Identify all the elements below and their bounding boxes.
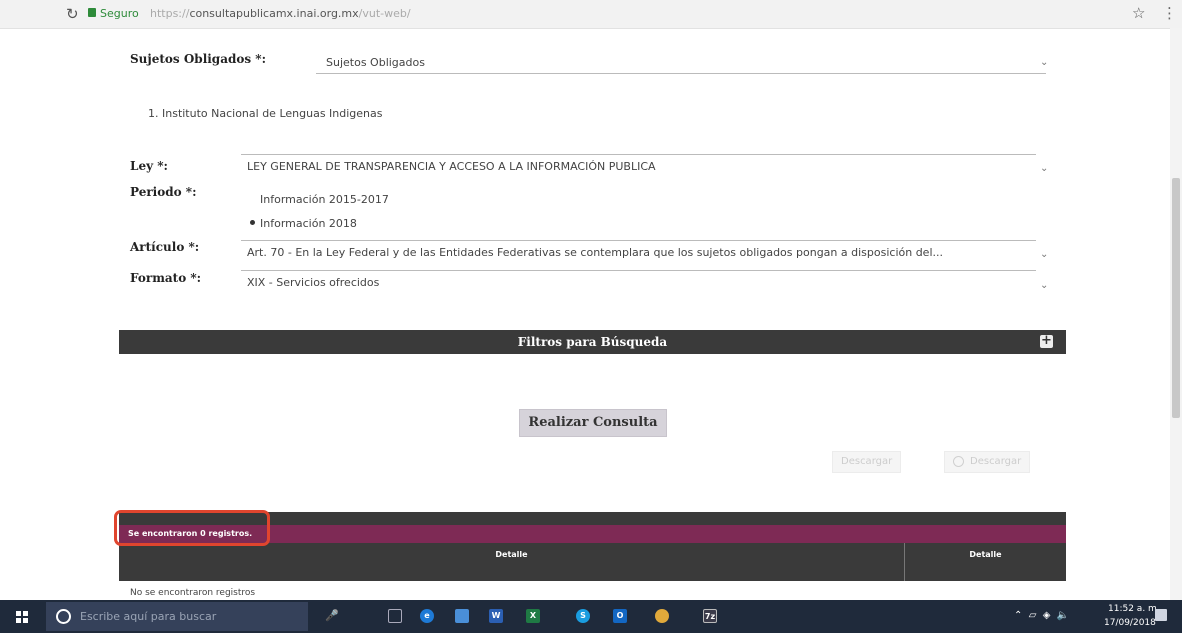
task-view-icon[interactable]: [388, 609, 402, 623]
download-icon: [953, 455, 964, 467]
taskbar-search-input[interactable]: Escribe aquí para buscar: [80, 610, 216, 623]
formato-topline: [241, 270, 1036, 271]
articulo-topline: [241, 240, 1036, 241]
download-button-2[interactable]: Descargar: [944, 451, 1031, 473]
windows-taskbar: Escribe aquí para buscar 🎤 e W X S O 7z …: [0, 600, 1182, 633]
browser-toolbar: ↻ Seguro https://consultapublicamx.inai.…: [0, 0, 1182, 29]
chevron-down-icon[interactable]: ⌄: [1040, 249, 1048, 260]
ley-topline: [241, 154, 1036, 155]
file-explorer-icon[interactable]: [455, 609, 469, 623]
download-button-1[interactable]: Descargar: [832, 451, 902, 473]
reload-icon[interactable]: ↻: [66, 5, 79, 23]
plus-icon[interactable]: +: [1040, 334, 1053, 348]
cortana-icon[interactable]: [56, 609, 71, 624]
radio-selected-icon[interactable]: [250, 220, 255, 225]
ley-label: Ley *:: [130, 159, 168, 173]
address-bar[interactable]: https://consultapublicamx.inai.org.mx/vu…: [150, 7, 411, 20]
lock-icon: [88, 8, 96, 17]
system-tray[interactable]: ⌃ ▱ ◈ 🔈: [1014, 610, 1069, 621]
secure-label: Seguro: [100, 7, 139, 20]
results-empty-message: No se encontraron registros: [130, 588, 256, 598]
url-host: consultapublicamx.inai.org.mx: [189, 7, 359, 20]
formato-select[interactable]: XIX - Servicios ofrecidos: [247, 276, 379, 289]
clock-time[interactable]: 11:52 a. m.: [1108, 604, 1160, 614]
edge-browser-icon[interactable]: e: [420, 609, 434, 623]
sujetos-label: Sujetos Obligados *:: [130, 52, 267, 66]
menu-dots-icon[interactable]: ⋮: [1162, 4, 1177, 22]
periodo-option-2015[interactable]: Información 2015-2017: [260, 193, 389, 206]
articulo-label: Artículo *:: [130, 240, 200, 254]
sujetos-underline: [316, 73, 1046, 74]
download-label: Descargar: [970, 456, 1022, 467]
outlook-icon[interactable]: O: [613, 609, 627, 623]
chevron-down-icon[interactable]: ⌄: [1040, 280, 1048, 291]
scrollbar-thumb[interactable]: [1172, 178, 1180, 418]
chevron-down-icon[interactable]: ⌄: [1040, 57, 1048, 68]
ley-select[interactable]: LEY GENERAL DE TRANSPARENCIA Y ACCESO A …: [247, 160, 656, 173]
chevron-down-icon[interactable]: ⌄: [1040, 163, 1048, 174]
column-header-detalle: Detalle: [119, 543, 905, 581]
url-path: /vut-web/: [358, 7, 411, 20]
periodo-option-2018[interactable]: Información 2018: [260, 217, 357, 230]
selected-institution: 1. Instituto Nacional de Lenguas Indigen…: [148, 107, 383, 120]
download-label: Descargar: [841, 456, 893, 467]
sujetos-select[interactable]: Sujetos Obligados: [326, 56, 425, 69]
app-7z-icon[interactable]: 7z: [703, 609, 717, 623]
column-header-detalle-2: Detalle: [969, 550, 1002, 559]
url-protocol: https://: [150, 7, 190, 20]
annotation-highlight: [114, 510, 270, 546]
filters-bar[interactable]: Filtros para Búsqueda +: [119, 330, 1066, 354]
consult-button[interactable]: Realizar Consulta: [519, 409, 667, 437]
star-icon[interactable]: ☆: [1132, 4, 1145, 22]
microphone-icon[interactable]: 🎤: [325, 609, 339, 623]
word-icon[interactable]: W: [489, 609, 503, 623]
clock-date[interactable]: 17/09/2018: [1104, 618, 1156, 628]
page-scrollbar[interactable]: [1170, 28, 1182, 600]
periodo-label: Periodo *:: [130, 185, 197, 199]
taskbar-search-box[interactable]: Escribe aquí para buscar: [46, 602, 308, 631]
notification-icon[interactable]: [1155, 609, 1167, 621]
skype-icon[interactable]: S: [576, 609, 590, 623]
results-table-header: Detalle Detalle: [119, 543, 1066, 581]
windows-logo-icon[interactable]: [16, 611, 28, 623]
excel-icon[interactable]: X: [526, 609, 540, 623]
filters-label: Filtros para Búsqueda: [517, 335, 668, 349]
chrome-icon[interactable]: [655, 609, 669, 623]
articulo-select[interactable]: Art. 70 - En la Ley Federal y de las Ent…: [247, 246, 943, 259]
formato-label: Formato *:: [130, 271, 202, 285]
